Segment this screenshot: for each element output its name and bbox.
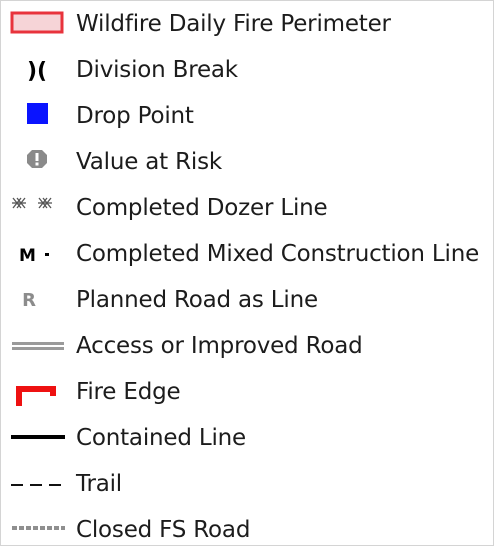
legend-item-value-at-risk: Value at Risk	[1, 139, 493, 185]
closed-fs-road-icon	[9, 514, 65, 546]
legend-item-division-break: )( Division Break	[1, 47, 493, 93]
legend-label: Wildfire Daily Fire Perimeter	[76, 11, 391, 37]
legend-item-drop-point: Drop Point	[1, 93, 493, 139]
trail-dashed-icon	[9, 468, 65, 500]
division-break-icon: )(	[9, 54, 65, 86]
mixed-construction-line-icon: M	[9, 238, 65, 270]
access-road-icon	[9, 330, 65, 362]
contained-line-icon	[9, 422, 65, 454]
fire-perimeter-swatch-icon	[9, 8, 65, 40]
drop-point-square-icon	[9, 100, 65, 132]
value-at-risk-icon	[9, 146, 65, 178]
legend-item-fire-perimeter: Wildfire Daily Fire Perimeter	[1, 1, 493, 47]
legend-label: Division Break	[76, 57, 238, 83]
planned-road-icon: R	[9, 284, 65, 316]
legend-item-completed-dozer-line: Completed Dozer Line	[1, 185, 493, 231]
legend-item-closed-fs-road: Closed FS Road	[1, 507, 493, 553]
legend-item-contained-line: Contained Line	[1, 415, 493, 461]
legend-item-planned-road: R Planned Road as Line	[1, 277, 493, 323]
legend-label: Trail	[76, 471, 122, 497]
legend-item-access-road: Access or Improved Road	[1, 323, 493, 369]
legend-item-trail: Trail	[1, 461, 493, 507]
legend-item-fire-edge: Fire Edge	[1, 369, 493, 415]
legend-label: Access or Improved Road	[76, 333, 363, 359]
fire-edge-icon	[9, 376, 65, 408]
legend-label: Planned Road as Line	[76, 287, 318, 313]
legend-label: Completed Mixed Construction Line	[76, 241, 480, 267]
legend-label: Fire Edge	[76, 379, 181, 405]
svg-text:)(: )(	[27, 59, 47, 84]
legend-item-mixed-construction-line: M Completed Mixed Construction Line	[1, 231, 493, 277]
legend-label: Closed FS Road	[76, 517, 251, 543]
legend-label: Completed Dozer Line	[76, 195, 328, 221]
legend-label: Contained Line	[76, 425, 246, 451]
svg-text:M: M	[19, 246, 36, 266]
completed-dozer-line-icon	[9, 192, 65, 224]
svg-text:R: R	[22, 290, 36, 311]
legend-label: Value at Risk	[76, 149, 222, 175]
map-legend: Wildfire Daily Fire Perimeter )( Divisio…	[0, 0, 494, 546]
legend-label: Drop Point	[76, 103, 194, 129]
